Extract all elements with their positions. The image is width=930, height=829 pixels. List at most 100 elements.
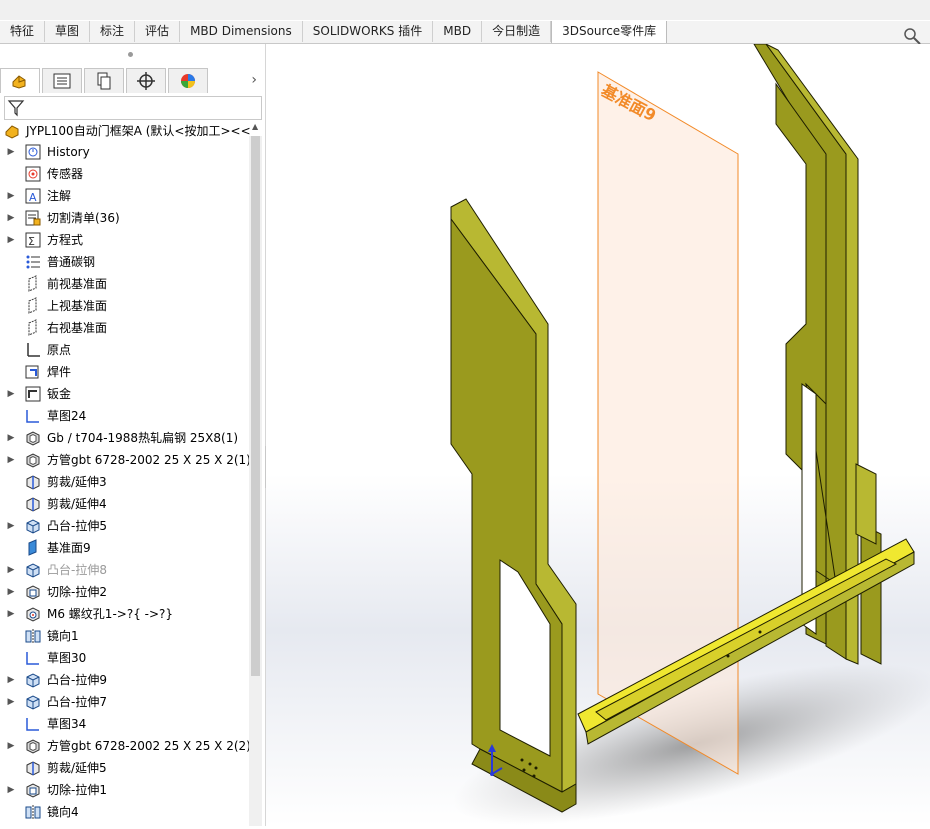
tree-item[interactable]: 原点 [0, 340, 71, 360]
tab-8[interactable]: 3DSource零件库 [551, 21, 668, 43]
tab-2[interactable]: 标注 [90, 21, 136, 42]
tree-item-icon [24, 759, 42, 777]
tab-5[interactable]: SOLIDWORKS 插件 [303, 21, 434, 42]
tree-scrollbar[interactable]: ▲ [249, 122, 262, 826]
tree-item[interactable]: ▶ 方管gbt 6728-2002 25 X 25 X 2(1) [0, 450, 250, 470]
tree-item[interactable]: ▶ 钣金 [0, 384, 71, 404]
expand-arrow-icon[interactable]: ▶ [6, 230, 16, 250]
tree-item[interactable]: 传感器 [0, 164, 83, 184]
tree-item-icon [24, 473, 42, 491]
expand-arrow-icon[interactable]: ▶ [6, 428, 16, 448]
expand-arrow-icon[interactable]: ▶ [6, 450, 16, 470]
expand-arrow-icon[interactable]: ▶ [6, 208, 16, 228]
tree-item-icon [24, 253, 42, 271]
cut-extrude-icon [26, 585, 40, 600]
tab-6[interactable]: MBD [433, 21, 483, 42]
tree-item[interactable]: 镜向4 [0, 802, 79, 822]
configuration-manager-icon [97, 72, 111, 90]
tree-item[interactable]: 草图30 [0, 648, 86, 668]
tree-item-icon [24, 693, 42, 711]
tab-dimxpert-manager[interactable] [126, 68, 166, 93]
tree-item[interactable]: 剪裁/延伸3 [0, 472, 107, 492]
tree-item[interactable]: ▶ 凸台-拉伸7 [0, 692, 107, 712]
expand-arrow-icon[interactable]: ▶ [6, 692, 16, 712]
tree-item[interactable]: ▶ A 注解 [0, 186, 71, 206]
expand-arrow-icon[interactable]: ▶ [6, 186, 16, 206]
plane-filled-icon [28, 539, 37, 556]
model-canvas[interactable]: 基准面9 [266, 43, 930, 826]
tree-item-label: 普通碳钢 [47, 255, 96, 269]
property-manager-icon [53, 73, 71, 89]
tree-root-label: JYPL100自动门框架A (默认<按加工><< [26, 124, 250, 138]
tree-item-icon [24, 781, 42, 799]
tree-item-label: 切除-拉伸1 [47, 783, 107, 797]
zoom-to-fit-icon[interactable] [902, 26, 922, 46]
tab-3[interactable]: 评估 [135, 21, 181, 42]
tree-scroll-thumb[interactable] [251, 136, 260, 676]
panel-grip[interactable] [128, 52, 133, 57]
tree-item[interactable]: 焊件 [0, 362, 71, 382]
tree-root-part[interactable]: JYPL100自动门框架A (默认<按加工><< [4, 122, 250, 140]
tree-item[interactable]: 草图24 [0, 406, 86, 426]
expand-arrow-icon[interactable]: ▶ [6, 604, 16, 624]
expand-arrow-icon[interactable]: ▶ [6, 384, 16, 404]
tree-item-label: 传感器 [47, 167, 84, 181]
tree-item[interactable]: ▶ Σ 方程式 [0, 230, 83, 250]
structural-member-icon [26, 739, 40, 754]
tree-item-icon [24, 451, 42, 469]
tab-4[interactable]: MBD Dimensions [180, 21, 303, 42]
plane-icon [28, 297, 37, 314]
tree-item[interactable]: 镜向1 [0, 626, 79, 646]
expand-arrow-icon[interactable]: ▶ [6, 780, 16, 800]
tab-1[interactable]: 草图 [45, 21, 91, 42]
tree-filter-field[interactable] [4, 96, 262, 120]
scroll-up-icon[interactable]: ▲ [252, 122, 258, 131]
tree-item[interactable]: ▶ 凸台-拉伸9 [0, 670, 107, 690]
tree-item-label: 凸台-拉伸8 [47, 563, 107, 577]
boss-extrude-icon [26, 563, 40, 578]
manager-tabs-scroll-right-icon[interactable]: › [251, 72, 257, 88]
tree-item[interactable]: 前视基准面 [0, 274, 107, 294]
tab-0[interactable]: 特征 [0, 21, 46, 42]
expand-arrow-icon[interactable]: ▶ [6, 560, 16, 580]
tree-item[interactable]: 草图34 [0, 714, 86, 734]
tree-item[interactable]: ▶ History [0, 142, 90, 162]
tree-item[interactable]: ▶ 凸台-拉伸5 [0, 516, 107, 536]
tab-feature-manager[interactable] [0, 68, 40, 93]
tab-display-manager[interactable] [168, 68, 208, 93]
tab-7[interactable]: 今日制造 [482, 21, 552, 42]
tree-item[interactable]: ▶ Gb / t704-1988热轧扁钢 25X8(1) [0, 428, 238, 448]
tab-property-manager[interactable] [42, 68, 82, 93]
tree-item[interactable]: 剪裁/延伸4 [0, 494, 107, 514]
tree-item[interactable]: 右视基准面 [0, 318, 107, 338]
tree-item[interactable]: 普通碳钢 [0, 252, 95, 272]
expand-arrow-icon[interactable]: ▶ [6, 736, 16, 756]
expand-arrow-icon[interactable]: ▶ [6, 516, 16, 536]
tree-item[interactable]: ▶ 切割清单(36) [0, 208, 120, 228]
tree-item-label: 上视基准面 [47, 299, 108, 313]
tree-item-icon [24, 143, 42, 161]
trim-extend-icon [26, 475, 40, 490]
tree-item[interactable]: 上视基准面 [0, 296, 107, 316]
tree-item[interactable]: ▶ 切除-拉伸2 [0, 582, 107, 602]
feature-manager-panel: › JYPL100自动门框架A (默认<按加工><< ▶ History 传感器 ▶ A… [0, 44, 266, 826]
tree-item-label: 右视基准面 [47, 321, 108, 335]
tree-item-icon [24, 165, 42, 183]
tab-configuration-manager[interactable] [84, 68, 124, 93]
tree-item-icon [24, 803, 42, 821]
tree-item[interactable]: ▶ M6 螺纹孔1->?{ ->?} [0, 604, 173, 624]
expand-arrow-icon[interactable]: ▶ [6, 582, 16, 602]
tree-item[interactable]: 剪裁/延伸5 [0, 758, 107, 778]
cut-extrude-icon [26, 783, 40, 798]
tree-item-icon [24, 627, 42, 645]
graphics-viewport[interactable]: 基准面9 [266, 43, 930, 826]
structural-member-icon [26, 431, 40, 446]
tree-item[interactable]: 基准面9 [0, 538, 91, 558]
tree-item-icon [24, 583, 42, 601]
expand-arrow-icon[interactable]: ▶ [6, 142, 16, 162]
sketch-icon [26, 652, 39, 665]
tree-item[interactable]: ▶ 切除-拉伸1 [0, 780, 107, 800]
expand-arrow-icon[interactable]: ▶ [6, 670, 16, 690]
tree-item[interactable]: ▶ 凸台-拉伸8 [0, 560, 107, 580]
tree-item[interactable]: ▶ 方管gbt 6728-2002 25 X 25 X 2(2) [0, 736, 250, 756]
